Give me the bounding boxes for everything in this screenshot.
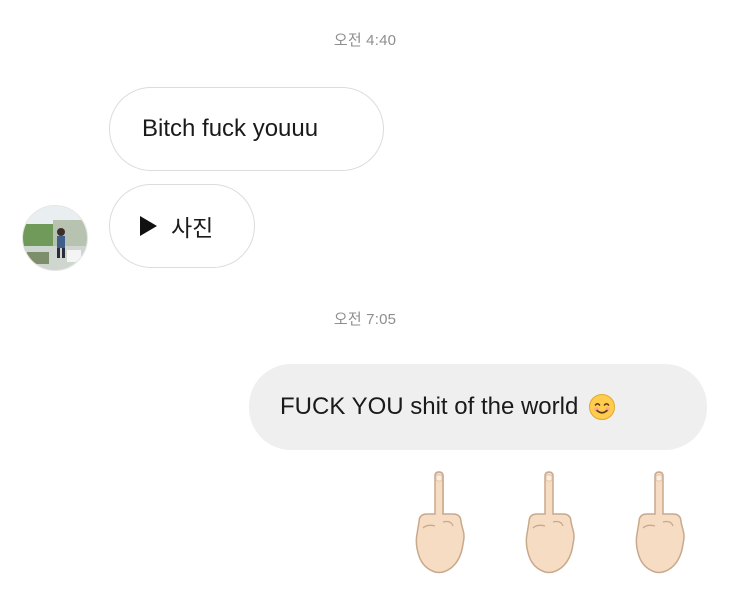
- middle-finger-icon: [415, 471, 465, 574]
- message-text: Bitch fuck youuu: [142, 115, 319, 142]
- message-bubble-received[interactable]: Bitch fuck youuu: [109, 87, 384, 171]
- timestamp: 오전 7:05: [333, 311, 397, 328]
- message-bubble-sent[interactable]: FUCK YOU shit of the world: [249, 364, 707, 450]
- play-icon[interactable]: [140, 216, 157, 236]
- middle-finger-icon: [525, 471, 575, 574]
- photo-label: 사진: [171, 216, 214, 242]
- photo-message-bubble[interactable]: 사진: [109, 184, 255, 268]
- avatar-photo: [23, 206, 87, 270]
- timestamp: 오전 4:40: [333, 32, 397, 49]
- middle-finger-icon: [635, 471, 685, 574]
- emoji-reaction-row: [405, 470, 695, 580]
- smiling-face-icon: [589, 394, 616, 420]
- message-text: FUCK YOU shit of the world: [280, 393, 579, 420]
- avatar[interactable]: [22, 205, 88, 271]
